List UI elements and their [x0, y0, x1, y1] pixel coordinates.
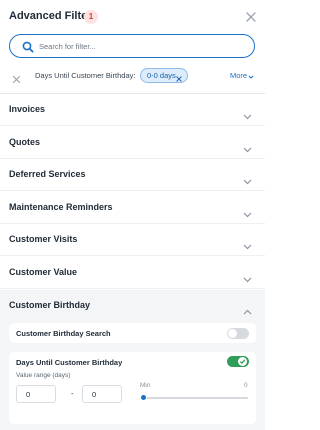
chevron-down-icon [243, 172, 252, 185]
active-filter-chip-value: 0-0 days [147, 71, 176, 80]
search-input[interactable] [39, 39, 249, 53]
active-filters-row: Days Until Customer Birthday: 0-0 days M… [0, 66, 265, 86]
section-label: Deferred Services [9, 169, 86, 179]
close-icon[interactable] [245, 10, 257, 22]
more-label: More [230, 71, 248, 80]
section-label: Invoices [9, 104, 46, 114]
chevron-down-icon [243, 140, 252, 153]
chevron-down-icon [243, 205, 252, 218]
section-quotes[interactable]: Quotes [0, 127, 265, 159]
section-maintenance-reminders[interactable]: Maintenance Reminders [0, 192, 265, 224]
more-filters-link[interactable]: More [230, 71, 254, 80]
filters-header: Advanced Filters 1 [0, 0, 265, 32]
range-to-input[interactable] [82, 385, 122, 403]
value-range-label: Value range (days) [16, 372, 71, 379]
toggle-knob [228, 329, 237, 338]
section-label: Quotes [9, 137, 41, 147]
days-until-birthday-toggle[interactable] [227, 356, 249, 367]
chevron-down-icon [248, 73, 254, 79]
section-label: Customer Birthday [9, 300, 91, 310]
section-label: Customer Value [9, 267, 78, 277]
chevron-down-icon [243, 270, 252, 283]
range-slider-track[interactable] [144, 397, 248, 399]
active-filter-label: Days Until Customer Birthday: [35, 71, 136, 80]
check-icon [239, 359, 246, 365]
section-customer-value[interactable]: Customer Value [0, 257, 265, 289]
filter-search-box[interactable] [9, 34, 255, 58]
range-separator: - [71, 389, 74, 398]
chevron-down-icon [243, 107, 252, 120]
range-slider-thumb[interactable] [140, 394, 147, 401]
birthday-search-title: Customer Birthday Search [16, 329, 111, 338]
section-customer-visits[interactable]: Customer Visits [0, 224, 265, 256]
section-deferred-services[interactable]: Deferred Services [0, 159, 265, 191]
chevron-up-icon [243, 302, 252, 315]
section-label: Maintenance Reminders [9, 202, 113, 212]
section-label: Customer Visits [9, 234, 78, 244]
section-customer-birthday: Customer Birthday Customer Birthday Sear… [0, 290, 265, 430]
slider-min-label: Min [140, 382, 151, 389]
birthday-search-card: Customer Birthday Search [9, 323, 256, 343]
slider-max-label: 0 [244, 382, 248, 389]
remove-chip-icon[interactable] [176, 73, 182, 82]
section-invoices[interactable]: Invoices [0, 94, 265, 126]
toggle-knob [238, 357, 247, 366]
birthday-search-toggle[interactable] [227, 328, 249, 339]
active-filter-chip[interactable]: 0-0 days [140, 68, 188, 83]
chevron-down-icon [243, 237, 252, 250]
active-filter-count-badge: 1 [84, 10, 98, 24]
clear-filters-icon[interactable] [12, 71, 21, 84]
range-from-input[interactable] [16, 385, 56, 403]
days-until-birthday-title: Days Until Customer Birthday [16, 358, 123, 367]
search-icon [22, 40, 34, 53]
days-until-birthday-card: Days Until Customer Birthday Value range… [9, 352, 256, 424]
section-customer-birthday-header[interactable]: Customer Birthday [0, 290, 265, 319]
